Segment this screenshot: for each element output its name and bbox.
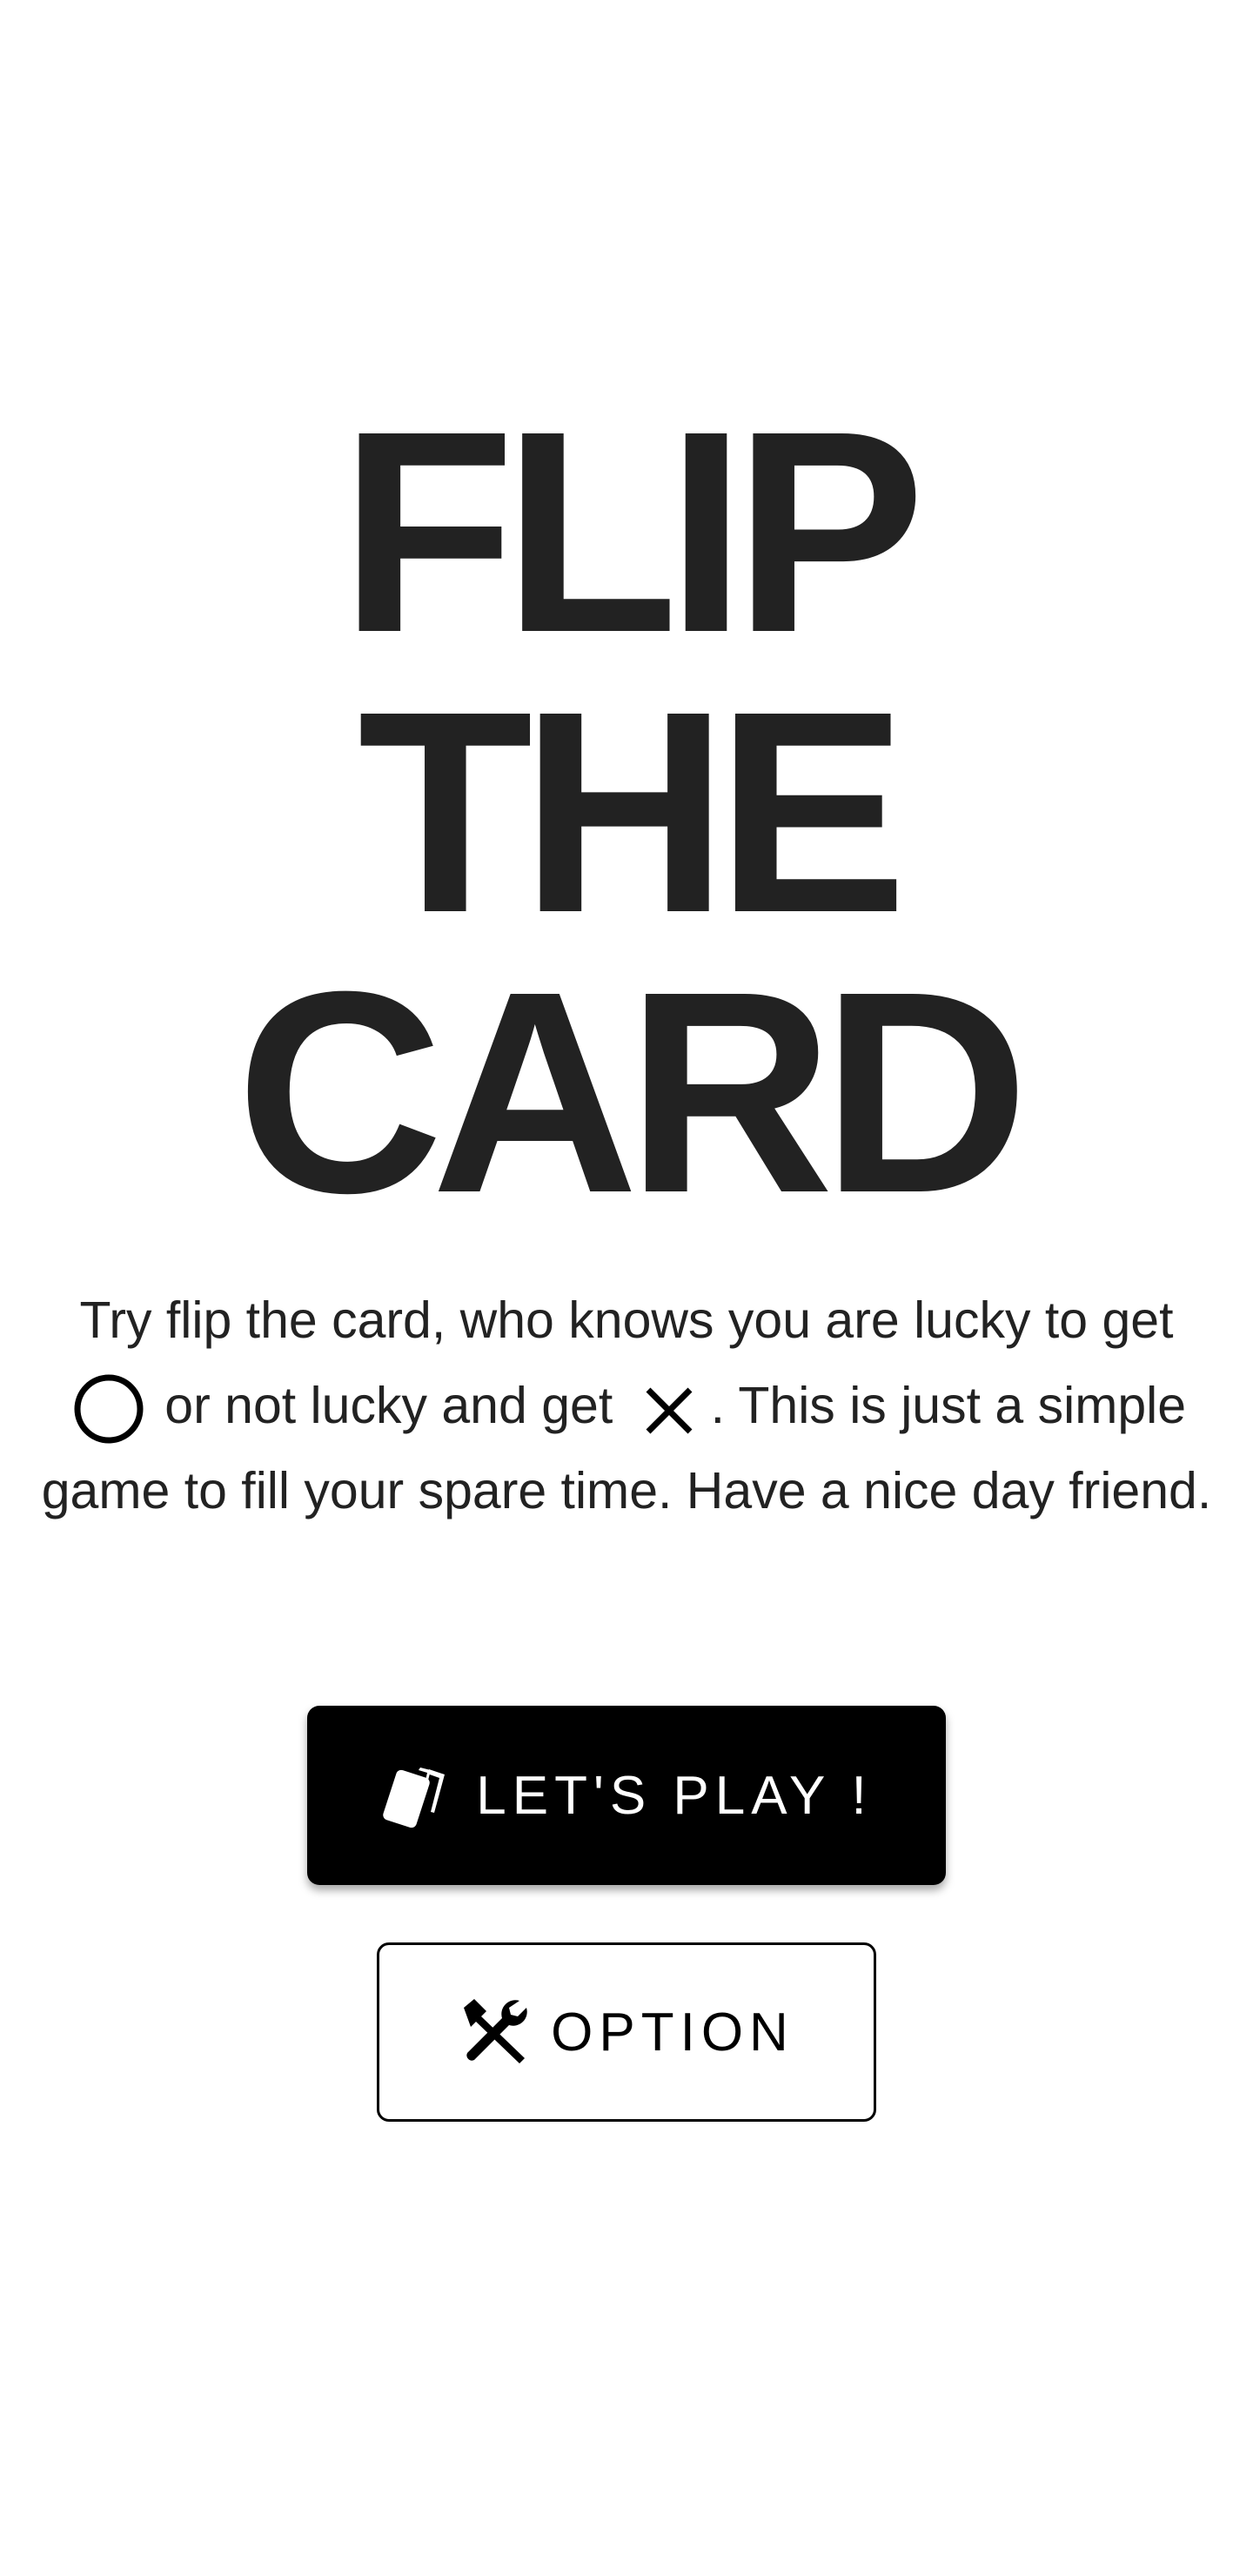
close-icon <box>627 1373 711 1434</box>
title-line-3: CARD <box>236 931 1029 1252</box>
title-line-1: FLIP <box>339 371 926 692</box>
description-text-1: Try flip the card, who knows you are luc… <box>79 1291 1174 1349</box>
lets-play-label: LET'S PLAY ! <box>476 1765 873 1826</box>
title-line-2: THE <box>358 651 908 972</box>
circle-icon <box>67 1372 151 1444</box>
cards-icon <box>380 1761 457 1830</box>
option-button[interactable]: OPTION <box>377 1942 876 2122</box>
lets-play-button[interactable]: LET'S PLAY ! <box>307 1706 946 1885</box>
game-description: Try flip the card, who knows you are luc… <box>35 1278 1218 1533</box>
option-label: OPTION <box>551 2002 794 2063</box>
description-text-2: or not lucky and get <box>164 1377 613 1434</box>
game-title: FLIP THE CARD <box>0 371 1253 1252</box>
tools-icon <box>459 1996 532 2069</box>
